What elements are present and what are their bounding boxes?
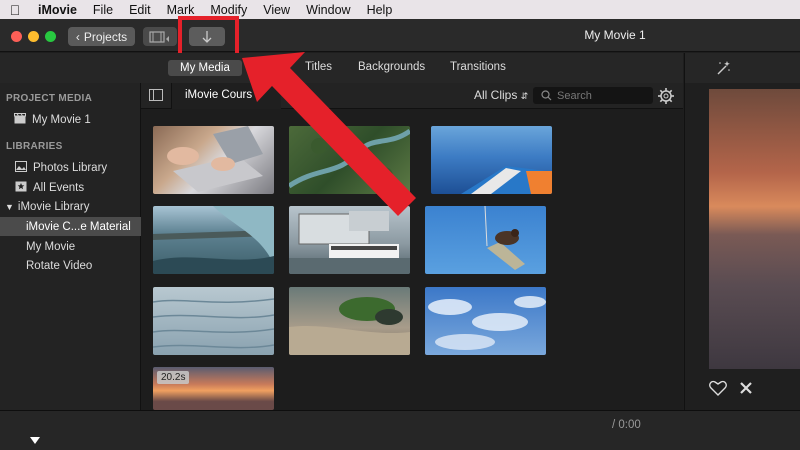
clip-thumbnail-blue-sky-clouds[interactable]	[425, 287, 546, 355]
menu-window[interactable]: Window	[298, 3, 358, 17]
menu-help[interactable]: Help	[359, 3, 401, 17]
timecode-display: / 0:00	[612, 419, 641, 431]
clip-thumbnail-laptop-typing[interactable]	[153, 126, 274, 194]
film-strip-icon	[149, 30, 169, 43]
clip-thumbnail-kayak-bow[interactable]	[431, 126, 552, 194]
event-title: iMovie Cours	[185, 89, 253, 101]
star-icon	[15, 181, 27, 195]
import-highlight-box	[178, 16, 239, 58]
sidebar-toggle-icon[interactable]	[149, 89, 163, 101]
zoom-window-button[interactable]	[45, 31, 56, 42]
window-toolbar: ‹ Projects My Movie 1	[0, 19, 800, 52]
menu-modify[interactable]: Modify	[202, 3, 255, 17]
clip-thumbnail-surfboard-wave[interactable]	[153, 206, 274, 274]
clip-thumbnail-aerial-forest[interactable]	[289, 126, 410, 194]
menu-app-name[interactable]: iMovie	[30, 3, 85, 17]
chevron-left-icon: ‹	[75, 29, 80, 44]
sidebar-item-label: Photos Library	[33, 161, 108, 174]
sidebar-item-label: My Movie 1	[32, 113, 91, 126]
menu-view[interactable]: View	[255, 3, 298, 17]
sidebar-item-label: iMovie C...e Material	[26, 220, 131, 233]
viewer-panel	[684, 83, 800, 410]
apple-menu-icon[interactable]: 	[0, 2, 30, 18]
libraries-header: LIBRARIES	[6, 141, 63, 152]
viewer-preview-image	[709, 89, 800, 369]
sidebar-item-rotate-video[interactable]: Rotate Video	[0, 256, 141, 275]
menu-mark[interactable]: Mark	[159, 3, 203, 17]
magic-wand-icon[interactable]	[715, 60, 731, 76]
clip-filter-value: All Clips	[474, 88, 518, 102]
menu-edit[interactable]: Edit	[121, 3, 159, 17]
close-window-button[interactable]	[11, 31, 22, 42]
menu-bar:  iMovie File Edit Mark Modify View Wind…	[0, 0, 800, 19]
viewer-toolbar	[684, 53, 800, 83]
tab-backgrounds[interactable]: Backgrounds	[358, 61, 425, 73]
clip-thumbnail-water-ripples[interactable]	[153, 287, 274, 355]
tab-my-media[interactable]: My Media	[168, 60, 242, 76]
playhead-icon[interactable]	[30, 437, 40, 447]
projects-button-label: Projects	[83, 29, 128, 44]
sidebar-item-imovie-library[interactable]: ▼ iMovie Library	[0, 197, 141, 216]
libraries-sidebar: PROJECT MEDIA My Movie 1 LIBRARIES Photo…	[0, 83, 141, 410]
browser-header: iMovie Cours All Clips ⇵ Search	[141, 83, 683, 109]
sidebar-item-photos-library[interactable]: Photos Library	[0, 158, 141, 177]
heart-icon[interactable]	[709, 380, 727, 396]
sidebar-item-label: My Movie	[26, 240, 76, 253]
search-field[interactable]: Search	[533, 87, 653, 104]
tab-titles[interactable]: Titles	[305, 61, 332, 73]
photos-icon	[15, 160, 27, 175]
timeline-area: / 0:00	[0, 410, 800, 450]
media-view-toggle[interactable]	[143, 27, 177, 46]
up-down-chevron-icon: ⇵	[520, 91, 529, 101]
search-placeholder: Search	[557, 89, 592, 102]
menu-file[interactable]: File	[85, 3, 121, 17]
sidebar-item-label: iMovie Library	[17, 200, 90, 213]
search-icon	[541, 90, 552, 101]
tab-transitions[interactable]: Transitions	[450, 61, 506, 73]
sidebar-item-course-material[interactable]: iMovie C...e Material	[0, 217, 141, 236]
window-title: My Movie 1	[584, 28, 646, 42]
project-media-header: PROJECT MEDIA	[6, 93, 93, 104]
media-browser-grid: 20.2s	[141, 109, 683, 410]
clip-filter-select[interactable]: All Clips ⇵	[474, 88, 528, 102]
sidebar-item-project[interactable]: My Movie 1	[0, 110, 141, 129]
clapperboard-icon	[14, 112, 26, 127]
sidebar-item-all-events[interactable]: All Events	[0, 178, 141, 197]
reject-x-icon[interactable]	[738, 380, 754, 396]
gear-icon[interactable]	[657, 87, 675, 105]
clip-thumbnail-ferry-building[interactable]	[289, 206, 410, 274]
clip-thumbnail-bird-on-bottle[interactable]	[425, 206, 546, 274]
clip-thumbnail-sunset-sea[interactable]: 20.2s	[153, 367, 274, 410]
disclosure-triangle-icon[interactable]: ▼	[5, 202, 14, 212]
clip-duration-badge: 20.2s	[157, 371, 190, 384]
sidebar-item-my-movie[interactable]: My Movie	[0, 237, 141, 256]
sidebar-item-label: All Events	[33, 181, 85, 194]
projects-back-button[interactable]: ‹ Projects	[68, 27, 135, 46]
minimize-window-button[interactable]	[28, 31, 39, 42]
sidebar-item-label: Rotate Video	[26, 259, 93, 272]
clip-thumbnail-mossy-rock-beach[interactable]	[289, 287, 410, 355]
browser-tab-bar: My Media Titles Backgrounds Transitions	[0, 53, 683, 83]
